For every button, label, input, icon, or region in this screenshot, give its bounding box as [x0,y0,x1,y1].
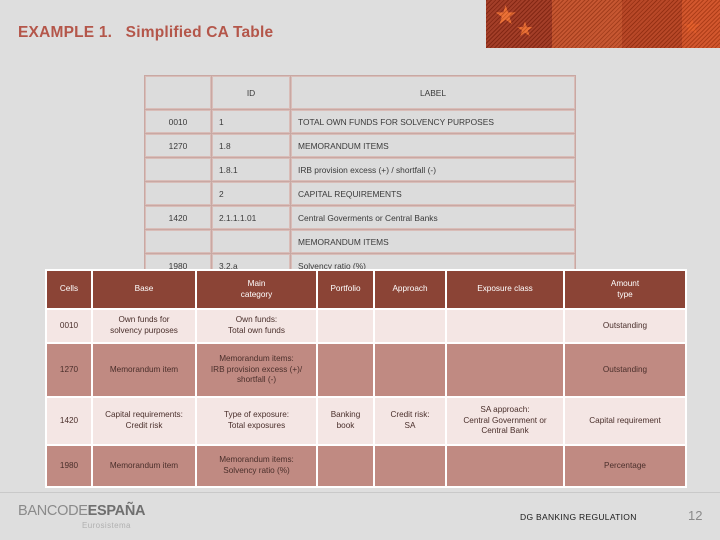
cell-id: 1 [212,110,290,133]
bottom-table-body: 0010 Own funds for solvency purposes Own fu… [47,310,685,486]
table-row: 2 CAPITAL REQUIREMENTS [145,182,575,205]
column-header-amount-type: Amount type [565,271,685,308]
footer-department: DG BANKING REGULATION [520,512,637,522]
cell-code: 0010 [145,110,211,133]
column-header-main-category: Main category [197,271,316,308]
cell-base: Memorandum item [93,446,195,486]
cell-label: IRB provision excess (+) / shortfall (-) [291,158,575,181]
cell-id: 2.1.1.1.01 [212,206,290,229]
cell-label: Central Goverments or Central Banks [291,206,575,229]
ca-table-mapping: Cells Base Main category Portfolio Approa… [45,269,687,488]
top-table-header: ID LABEL [145,76,575,109]
cell-label: MEMORANDUM ITEMS [291,134,575,157]
cell-amount-type: Outstanding [565,310,685,342]
table-row: 1.8.1 IRB provision excess (+) / shortfal… [145,158,575,181]
table-row: 0010 Own funds for solvency purposes Own fu… [47,310,685,342]
column-header-approach: Approach [375,271,445,308]
column-header-cells: Cells [47,271,91,308]
banner-stripe-overlay [486,0,720,48]
cell-approach [375,310,445,342]
cell-amount-type: Outstanding [565,344,685,396]
bottom-table-header: Cells Base Main category Portfolio Approa… [47,271,685,308]
cell-exposure-class [447,446,563,486]
ca-table-id-label: ID LABEL 0010 1 TOTAL OWN FUNDS FOR SOLVEN… [144,75,576,278]
cell-portfolio: Banking book [318,398,373,444]
cell-label: CAPITAL REQUIREMENTS [291,182,575,205]
column-header-base: Base [93,271,195,308]
cell-exposure-class [447,344,563,396]
logo-wordmark: BANCODEESPAÑA [18,503,218,519]
cell-amount-type: Capital requirement [565,398,685,444]
cell-code [145,182,211,205]
table-row: 1270 Memorandum item Memorandum items: IRB … [47,344,685,396]
column-header-blank [145,76,211,109]
table-row: 1270 1.8 MEMORANDUM ITEMS [145,134,575,157]
cell-main-category: Type of exposure: Total exposures [197,398,316,444]
column-header-exposure-class: Exposure class [447,271,563,308]
table-row: MEMORANDUM ITEMS [145,230,575,253]
cell-portfolio [318,446,373,486]
table-row: Cells Base Main category Portfolio Approa… [47,271,685,308]
banco-de-espana-logo: BANCODEESPAÑA Eurosistema [18,503,218,530]
cell-portfolio [318,310,373,342]
logo-subtitle: Eurosistema [82,521,131,530]
table-row: 1420 Capital requirements: Credit risk Type… [47,398,685,444]
cell-base: Memorandum item [93,344,195,396]
slide-page-number: 12 [688,508,703,523]
cell-approach [375,446,445,486]
logo-text-espana: ESPAÑA [87,503,146,519]
cell-main-category: Own funds: Total own funds [197,310,316,342]
cell-code [145,230,211,253]
cell-code: 1420 [145,206,211,229]
top-table-body: 0010 1 TOTAL OWN FUNDS FOR SOLVENCY PURPOS… [145,110,575,277]
column-header-label: LABEL [291,76,575,109]
cell-id [212,230,290,253]
slide-title: EXAMPLE 1. Simplified CA Table [18,24,274,41]
cell-approach: Credit risk: SA [375,398,445,444]
cell-exposure-class: SA approach: Central Government or Central… [447,398,563,444]
cell-approach [375,344,445,396]
table-row: 1980 Memorandum item Memorandum items: Solv… [47,446,685,486]
cell-row-code: 1980 [47,446,91,486]
cell-row-code: 0010 [47,310,91,342]
cell-id: 2 [212,182,290,205]
table-row: 0010 1 TOTAL OWN FUNDS FOR SOLVENCY PURPOS… [145,110,575,133]
column-header-id: ID [212,76,290,109]
footer-divider [0,492,720,493]
cell-base: Own funds for solvency purposes [93,310,195,342]
cell-code: 1270 [145,134,211,157]
cell-main-category: Memorandum items: Solvency ratio (%) [197,446,316,486]
cell-id: 1.8.1 [212,158,290,181]
cell-amount-type: Percentage [565,446,685,486]
cell-id: 1.8 [212,134,290,157]
cell-code [145,158,211,181]
table-row: 1420 2.1.1.1.01 Central Goverments or Cent… [145,206,575,229]
cell-exposure-class [447,310,563,342]
cell-row-code: 1270 [47,344,91,396]
table-row: ID LABEL [145,76,575,109]
cell-label: TOTAL OWN FUNDS FOR SOLVENCY PURPOSES [291,110,575,133]
column-header-portfolio: Portfolio [318,271,373,308]
cell-label: MEMORANDUM ITEMS [291,230,575,253]
cell-portfolio [318,344,373,396]
cell-row-code: 1420 [47,398,91,444]
cell-main-category: Memorandum items: IRB provision excess (+… [197,344,316,396]
header-banner-image: ★ ★ ★ [486,0,720,48]
logo-text-banco-de: BANCODE [18,503,88,519]
cell-base: Capital requirements: Credit risk [93,398,195,444]
